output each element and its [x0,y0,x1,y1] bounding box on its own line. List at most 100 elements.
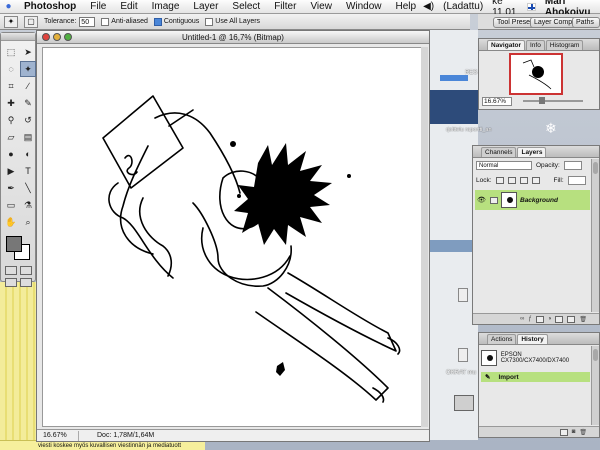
brush-tool-icon[interactable]: ✎ [20,95,36,111]
blur-tool-icon[interactable]: ● [3,146,19,162]
standard-mode-icon[interactable] [5,266,17,275]
tab-channels[interactable]: Channels [481,147,517,157]
type-tool-icon[interactable]: T [20,163,36,179]
hand-tool-icon[interactable]: ✋ [3,214,19,230]
vertical-scrollbar[interactable] [421,47,428,427]
opacity-input[interactable] [563,161,582,170]
history-step[interactable]: ✎ Import [481,372,590,382]
desktop-label: rjoittelu raportti_an [446,127,492,133]
file-icon[interactable] [458,348,468,362]
tab-histogram[interactable]: Histogram [545,40,584,50]
selection-mode-icon[interactable]: ▢ [24,15,38,28]
pen-tool-icon[interactable]: ✒ [3,180,19,196]
history-snapshot[interactable]: EPSON CX7300/CX7400/DX7400 [481,346,590,370]
history-brush-source-icon[interactable]: ✎ [485,373,490,381]
lock-all-icon[interactable] [531,177,540,184]
menu-window[interactable]: Window [339,1,389,12]
layer-mask-icon[interactable] [535,315,544,323]
eyedropper-tool-icon[interactable]: ⚗ [20,197,36,213]
document-canvas[interactable] [42,47,422,427]
healing-brush-tool-icon[interactable]: ✚ [3,95,19,111]
tab-navigator[interactable]: Navigator [487,40,525,50]
close-button[interactable] [42,33,50,41]
screen-mode-standard-icon[interactable] [5,278,17,287]
layers-scrollbar[interactable] [591,159,599,312]
path-selection-tool-icon[interactable]: ▶ [3,163,19,179]
history-scrollbar[interactable] [591,346,599,425]
tolerance-input[interactable]: 50 [79,16,96,27]
apple-menu-icon[interactable]: ● [0,1,17,12]
lock-transparency-icon[interactable] [495,177,504,184]
gradient-tool-icon[interactable]: ▤ [20,129,36,145]
document-titlebar[interactable]: Untitled-1 @ 16,7% (Bitmap) [37,31,429,44]
menu-file[interactable]: File [83,1,113,12]
screen-mode-full-icon[interactable] [20,278,32,287]
layer-style-icon[interactable]: ƒ [528,316,531,322]
lock-position-icon[interactable] [519,177,528,184]
battery-status[interactable]: (Ladattu) [443,1,483,12]
layer-row-background[interactable]: 👁 Background [475,190,590,210]
speaker-icon[interactable]: ◀) [423,1,434,12]
quick-mask-mode-icon[interactable] [20,266,32,275]
document-size-info[interactable]: Doc: 1,78M/1,64M [79,432,154,439]
tab-layers[interactable]: Layers [517,147,547,157]
hair-mass [234,143,332,245]
navigator-zoom-field[interactable]: 16.67% [482,97,512,106]
slice-tool-icon[interactable]: ∕ [20,78,36,94]
history-brush-tool-icon[interactable]: ↺ [20,112,36,128]
navigator-preview[interactable] [509,53,563,95]
menu-filter[interactable]: Filter [267,1,303,12]
use-all-layers-checkbox[interactable]: Use All Layers [205,17,260,26]
snowflake-icon[interactable]: ❄ [545,120,557,137]
clone-stamp-tool-icon[interactable]: ⚲ [3,112,19,128]
toolbox-titlebar[interactable] [1,33,35,41]
navigator-zoom-slider[interactable] [523,97,583,104]
layer-link-icon[interactable] [490,196,498,204]
new-document-from-state-icon[interactable] [559,428,568,436]
move-tool-icon[interactable]: ➤ [20,44,36,60]
menu-edit[interactable]: Edit [113,1,144,12]
eraser-tool-icon[interactable]: ▱ [3,129,19,145]
file-icon[interactable] [458,288,468,302]
zoom-button[interactable] [64,33,72,41]
tab-actions[interactable]: Actions [487,334,517,344]
magic-wand-preset-icon[interactable]: ✦ [4,15,18,28]
menu-photoshop[interactable]: Photoshop [17,1,83,12]
link-layers-icon[interactable]: ∞ [520,316,524,322]
layer-name[interactable]: Background [520,197,558,204]
anti-aliased-checkbox[interactable]: Anti-aliased [101,17,148,26]
printer-icon[interactable] [454,395,474,411]
minimize-button[interactable] [53,33,61,41]
contiguous-checkbox[interactable]: Contiguous [153,17,199,26]
zoom-field[interactable]: 16.67% [41,430,79,441]
shape-tool-icon[interactable]: ╲ [20,180,36,196]
tab-info[interactable]: Info [525,40,545,50]
menu-image[interactable]: Image [145,1,187,12]
menu-layer[interactable]: Layer [186,1,225,12]
trash-icon[interactable]: 🗑 [579,429,587,436]
menu-help[interactable]: Help [389,1,424,12]
magic-wand-tool-icon[interactable]: ✦ [20,61,36,77]
zoom-tool-icon[interactable]: ⌕ [20,214,36,230]
menu-select[interactable]: Select [225,1,267,12]
foreground-color-swatch[interactable] [6,236,22,252]
menu-view[interactable]: View [303,1,339,12]
new-layer-icon[interactable] [567,315,576,323]
slider-handle[interactable] [539,97,545,104]
tab-history[interactable]: History [517,334,548,344]
marquee-tool-icon[interactable]: ⬚ [3,44,19,60]
new-group-icon[interactable] [555,315,564,323]
notes-tool-icon[interactable]: ▭ [3,197,19,213]
lock-pixels-icon[interactable] [507,177,516,184]
visibility-eye-icon[interactable]: 👁 [477,196,487,204]
trash-icon[interactable]: 🗑 [579,316,587,323]
dodge-tool-icon[interactable]: ◐ [20,146,36,162]
input-flag-icon[interactable] [527,2,536,11]
blend-mode-select[interactable]: Normal [476,161,532,170]
adjustment-layer-icon[interactable]: ◑ [548,316,552,322]
lasso-tool-icon[interactable]: ◌ [3,61,19,77]
crop-tool-icon[interactable]: ⌗ [3,78,19,94]
camera-icon[interactable]: ◙ [572,429,576,435]
paths-tab[interactable]: Paths [572,17,600,28]
fill-input[interactable] [567,176,586,185]
